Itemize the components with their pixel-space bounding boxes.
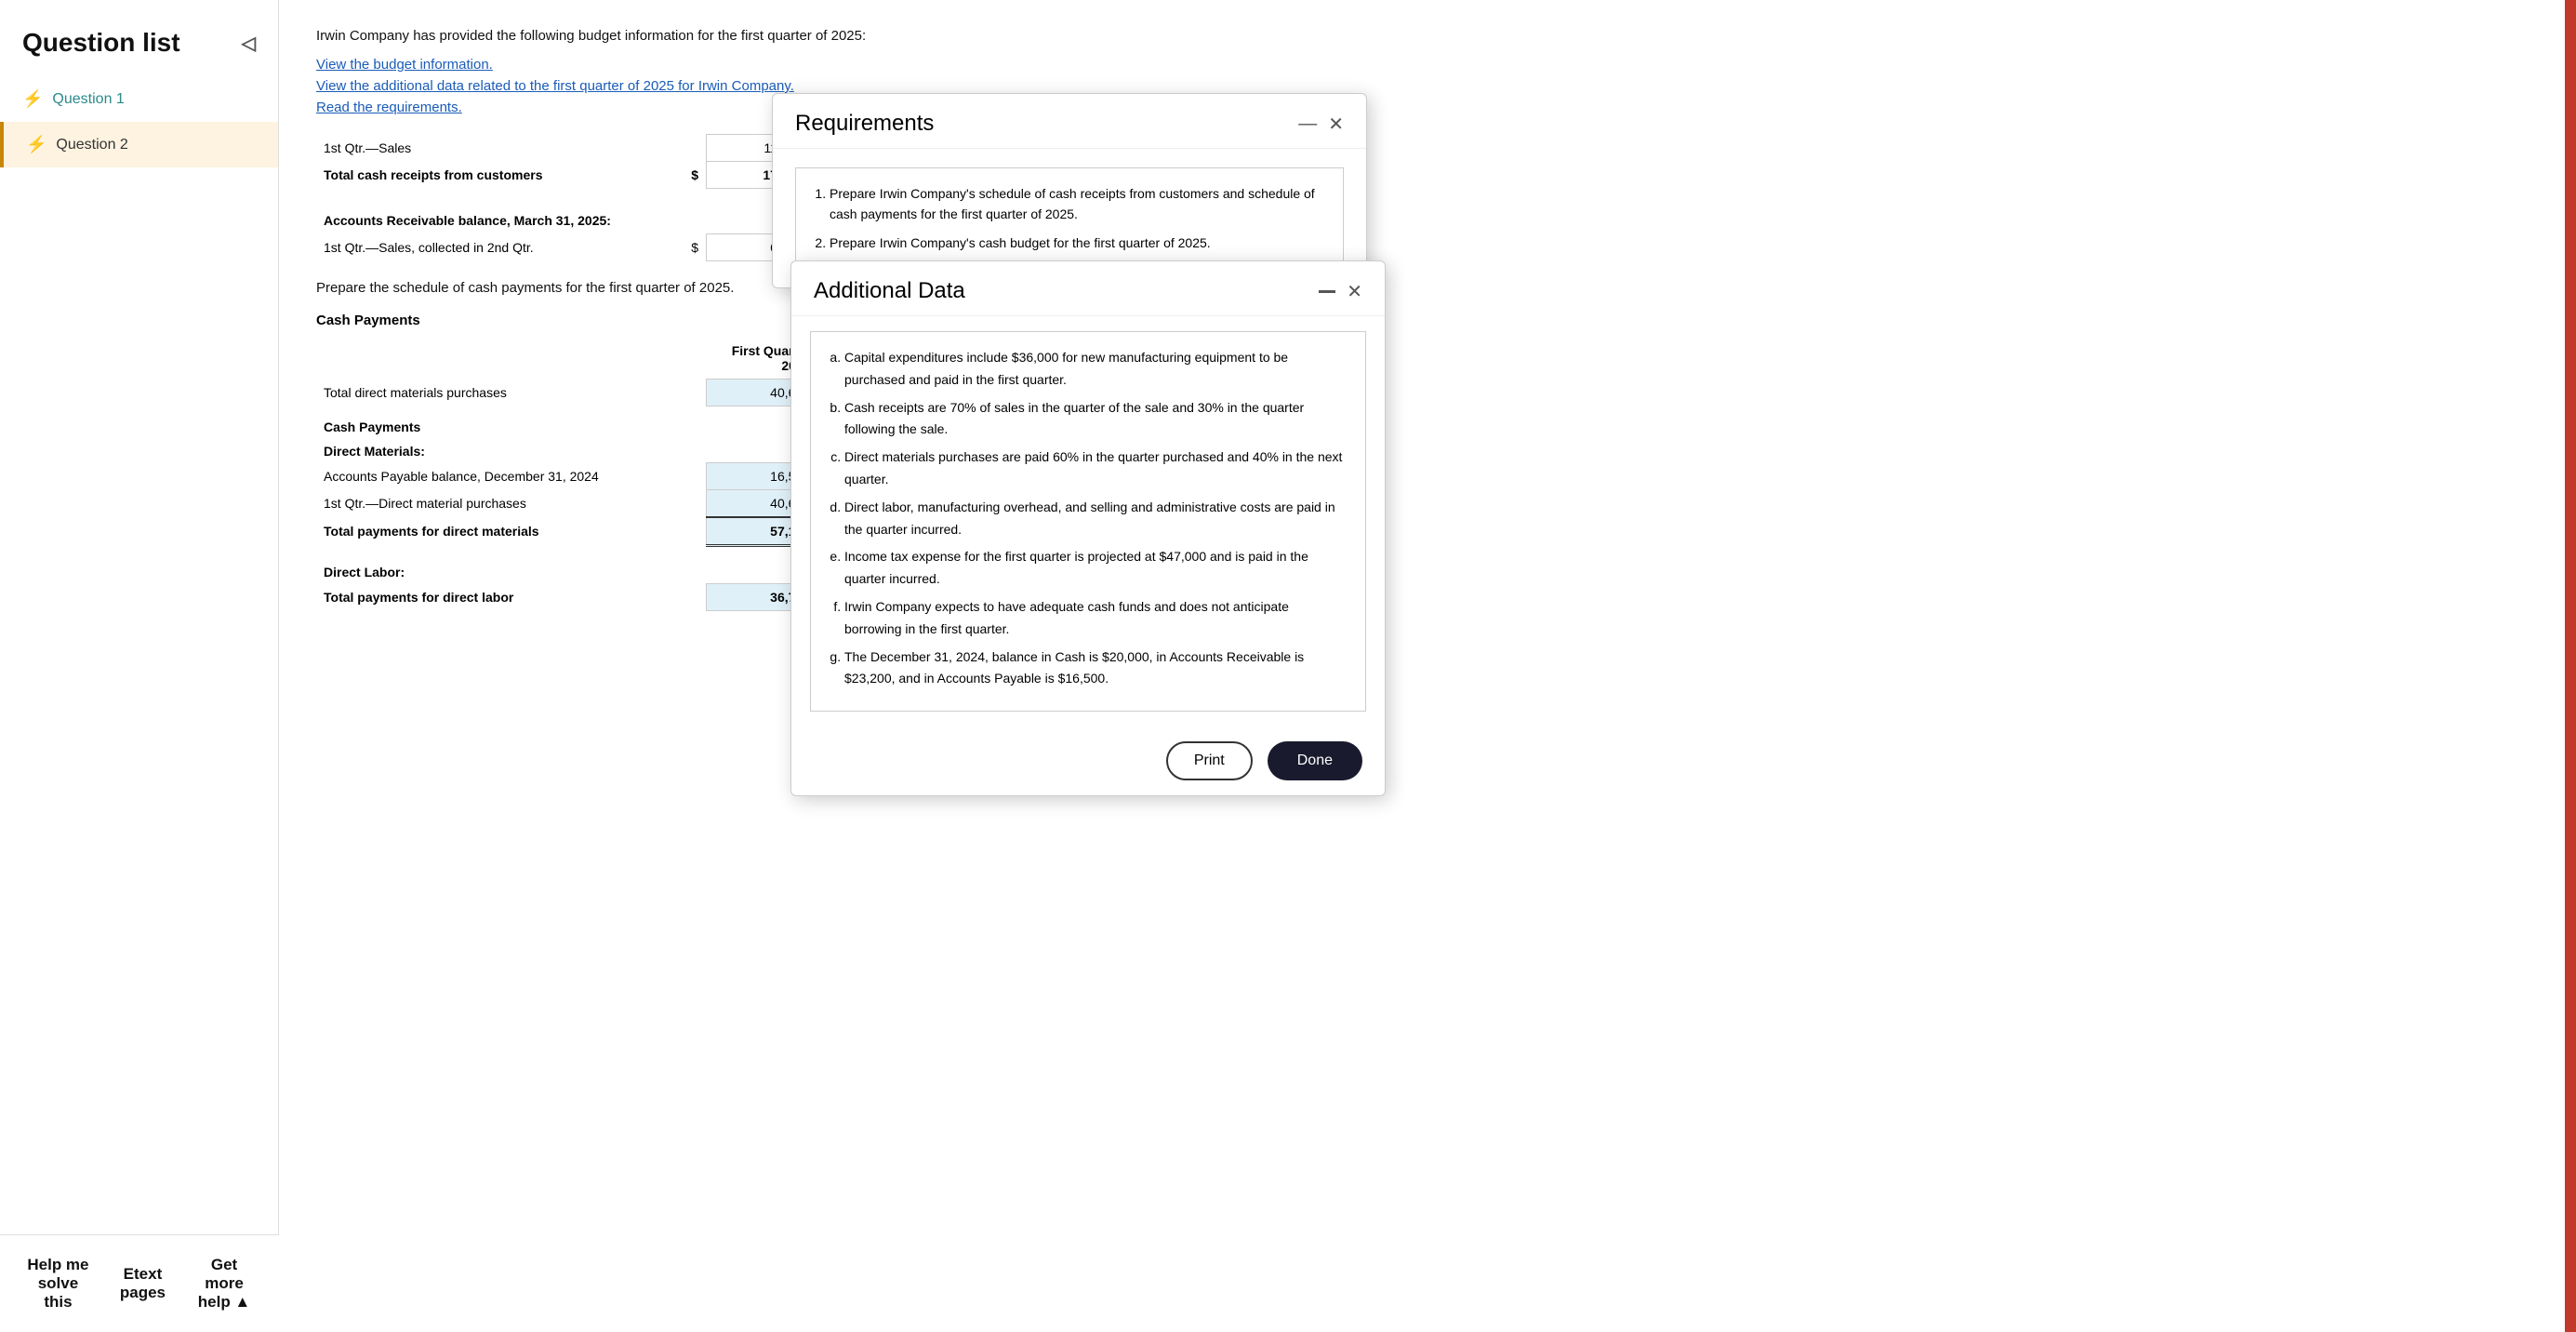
section-label: Cash Payments [316,406,818,439]
row-label: Total direct materials purchases [316,380,679,406]
table-row: 1st Qtr.—Sales, collected in 2nd Qtr. $ … [316,234,818,261]
additional-data-list: Capital expenditures include $36,000 for… [844,347,1347,690]
additional-data-modal-body: Capital expenditures include $36,000 for… [791,316,1385,726]
additional-data-modal-header: Additional Data ✕ [791,261,1385,316]
sidebar-item-question2[interactable]: ⚡ Question 2 [0,122,278,167]
sidebar-collapse-button[interactable]: ◁ [242,32,256,55]
help-solve-button[interactable]: Help me solve this [22,1256,94,1312]
sidebar: Question list ◁ ⚡ Question 1 ⚡ Question … [0,0,279,1332]
sidebar-title-area: Question list ◁ [0,0,278,76]
row-label: Total payments for direct materials [316,517,679,546]
requirements-modal: Requirements — ✕ Prepare Irwin Company's… [772,93,1367,288]
additional-data-close-button[interactable]: ✕ [1347,280,1362,303]
cash-receipts-table: 1st Qtr.—Sales 110,100 Total cash receip… [316,134,818,189]
table-row [316,546,818,559]
row-label: 1st Qtr.—Sales [316,135,679,162]
table-row: 1st Qtr.—Direct material purchases 40,60… [316,490,818,518]
question2-icon: ⚡ [26,135,46,154]
print-button[interactable]: Print [1166,741,1253,780]
list-item: The December 31, 2024, balance in Cash i… [844,646,1347,691]
table-row: Total payments for direct labor 36,700 [316,583,818,610]
ar-balance-header: Accounts Receivable balance, March 31, 2… [316,207,818,234]
additional-data-modal-controls: ✕ [1319,280,1362,303]
intro-text: Irwin Company has provided the following… [316,28,2539,44]
question1-icon: ⚡ [22,89,43,109]
requirements-list: Prepare Irwin Company's schedule of cash… [830,183,1324,253]
subsection-label: Direct Labor: [316,559,818,584]
get-more-help-button[interactable]: Get more help ▲ [192,1256,257,1312]
table-header-row: First Quarter 2025 [316,338,818,380]
table-row: Accounts Payable balance, December 31, 2… [316,463,818,490]
table-row: Total cash receipts from customers $ 171… [316,162,818,189]
requirements-minimize-button[interactable]: — [1298,113,1317,135]
additional-data-modal: Additional Data ✕ Capital expenditures i… [790,260,1386,796]
cash-payments-header: Cash Payments [316,313,2539,328]
row-label: Total payments for direct labor [316,583,679,610]
list-item: Income tax expense for the first quarter… [844,546,1347,591]
list-item: Cash receipts are 70% of sales in the qu… [844,397,1347,442]
table-row: 1st Qtr.—Sales 110,100 [316,135,818,162]
additional-data-modal-title: Additional Data [814,278,965,304]
row-label: 1st Qtr.—Direct material purchases [316,490,679,518]
list-item: Prepare Irwin Company's cash budget for … [830,233,1324,253]
link-requirements[interactable]: Read the requirements. [316,100,2539,115]
row-label: 1st Qtr.—Sales, collected in 2nd Qtr. [316,234,679,261]
list-item: Direct labor, manufacturing overhead, an… [844,497,1347,541]
sidebar-title: Question list [22,28,180,58]
requirements-modal-controls: — ✕ [1298,113,1344,136]
bottom-bar: Help me solve this Etext pages Get more … [0,1234,279,1332]
sidebar-item-label-q1: Question 1 [52,91,124,108]
right-edge-bar [2565,0,2576,1332]
table-row: Total direct materials purchases 40,600 [316,380,818,406]
additional-data-box: Capital expenditures include $36,000 for… [810,331,1366,712]
cash-payments-intro: Prepare the schedule of cash payments fo… [316,280,2539,296]
list-item: Irwin Company expects to have adequate c… [844,596,1347,641]
link-additional-data[interactable]: View the additional data related to the … [316,78,2539,94]
row-label: Total cash receipts from customers [316,162,679,189]
sidebar-item-question1[interactable]: ⚡ Question 1 [0,76,278,122]
additional-data-modal-footer: Print Done [791,726,1385,795]
subsection-label: Direct Materials: [316,438,818,463]
additional-data-minimize-button[interactable] [1319,281,1335,302]
requirements-close-button[interactable]: ✕ [1328,113,1344,136]
requirements-modal-header: Requirements — ✕ [773,94,1366,149]
row-label: Accounts Payable balance, December 31, 2… [316,463,679,490]
requirements-box: Prepare Irwin Company's schedule of cash… [795,167,1344,269]
sidebar-item-label-q2: Question 2 [56,137,127,153]
link-budget-info[interactable]: View the budget information. [316,57,2539,73]
list-item: Prepare Irwin Company's schedule of cash… [830,183,1324,225]
requirements-modal-title: Requirements [795,111,934,137]
list-item: Capital expenditures include $36,000 for… [844,347,1347,392]
etext-pages-button[interactable]: Etext pages [120,1265,166,1302]
table-row: Accounts Receivable balance, March 31, 2… [316,207,818,234]
ar-balance-table: Accounts Receivable balance, March 31, 2… [316,207,818,261]
main-content: Irwin Company has provided the following… [279,0,2576,1332]
table-row: Total payments for direct materials 57,1… [316,517,818,546]
table-row: Cash Payments [316,406,818,439]
list-item: Direct materials purchases are paid 60% … [844,446,1347,491]
table-row: Direct Materials: [316,438,818,463]
cash-payments-table: First Quarter 2025 Total direct material… [316,338,818,611]
done-button[interactable]: Done [1268,741,1362,780]
table-row: Direct Labor: [316,559,818,584]
